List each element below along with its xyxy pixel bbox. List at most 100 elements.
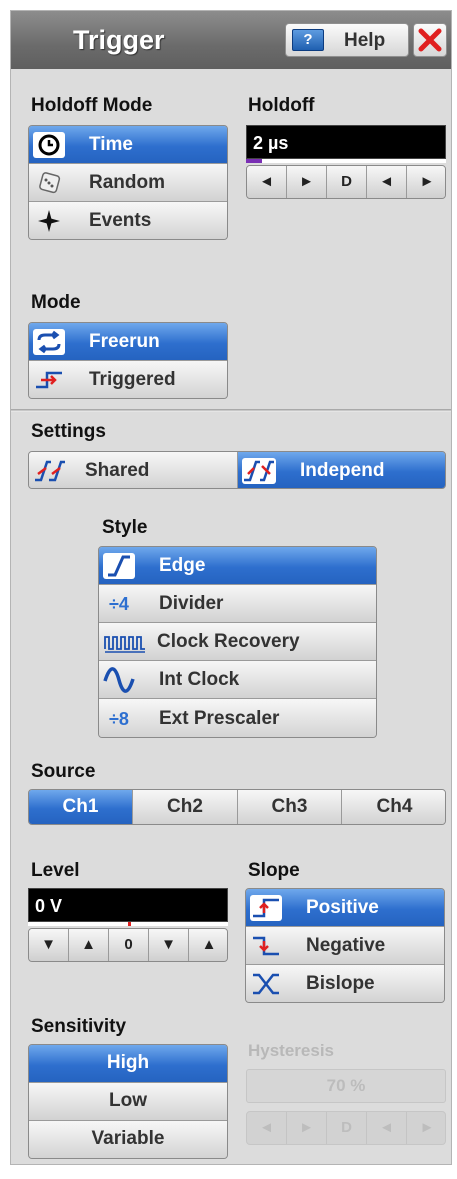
- sine-icon: [103, 666, 135, 693]
- slope-positive-label: Positive: [306, 896, 379, 918]
- holdoff-step-5[interactable]: ►: [407, 166, 445, 198]
- section-divider: [11, 409, 451, 412]
- slope-negative-label: Negative: [306, 934, 386, 956]
- style-divider[interactable]: ÷4 Divider: [99, 585, 376, 623]
- settings-independ[interactable]: Independ: [238, 452, 445, 488]
- level-step-4[interactable]: ▼: [149, 929, 189, 961]
- dice-icon: [33, 170, 65, 196]
- slope-bislope[interactable]: Bislope: [246, 965, 444, 1002]
- style-clock-recovery-label: Clock Recovery: [157, 630, 300, 652]
- holdoff-level-track: [246, 159, 446, 163]
- mode-freerun[interactable]: Freerun: [29, 323, 227, 361]
- sensitivity-group: High Low Variable: [28, 1044, 228, 1159]
- source-ch1[interactable]: Ch1: [29, 790, 133, 824]
- holdoff-mode-events[interactable]: Events: [29, 202, 227, 239]
- holdoff-mode-random[interactable]: Random: [29, 164, 227, 202]
- events-icon: [33, 208, 65, 234]
- triggered-icon: [33, 367, 65, 393]
- style-clock-recovery[interactable]: Clock Recovery: [99, 623, 376, 661]
- level-step-2[interactable]: ▲: [69, 929, 109, 961]
- hysteresis-step-5: ►: [407, 1112, 445, 1144]
- clock-icon: [33, 131, 65, 158]
- panel-title: Trigger: [73, 25, 165, 55]
- slope-group: Positive Negative Bislope: [245, 888, 445, 1003]
- level-step-1[interactable]: ▼: [29, 929, 69, 961]
- style-ext-prescaler[interactable]: ÷8 Ext Prescaler: [99, 699, 376, 737]
- settings-shared[interactable]: Shared: [29, 452, 238, 488]
- shared-icon: [33, 458, 67, 484]
- holdoff-level-fill: [246, 159, 262, 163]
- settings-group: Shared Independ: [28, 451, 446, 489]
- holdoff-mode-time-label: Time: [89, 133, 134, 155]
- source-ch4[interactable]: Ch4: [342, 790, 445, 824]
- slope-label: Slope: [248, 860, 300, 881]
- level-step-3[interactable]: 0: [109, 929, 149, 961]
- clock-recovery-icon: [103, 629, 147, 655]
- level-track: [28, 922, 228, 926]
- style-divider-label: Divider: [159, 592, 224, 614]
- source-ch2[interactable]: Ch2: [133, 790, 238, 824]
- help-icon: ?: [292, 29, 324, 51]
- hysteresis-value: 70 %: [326, 1076, 366, 1095]
- holdoff-value: 2 µs: [253, 133, 289, 153]
- level-marker: [128, 922, 131, 926]
- slope-negative[interactable]: Negative: [246, 927, 444, 965]
- sensitivity-variable[interactable]: Variable: [29, 1121, 227, 1158]
- style-ext-prescaler-label: Ext Prescaler: [159, 707, 280, 729]
- mode-group: Freerun Triggered: [28, 322, 228, 399]
- mode-freerun-label: Freerun: [89, 330, 160, 352]
- hysteresis-label: Hysteresis: [248, 1041, 335, 1060]
- holdoff-mode-group: Time Random Events: [28, 125, 228, 240]
- level-step-5[interactable]: ▲: [189, 929, 227, 961]
- hysteresis-step-3: D: [327, 1112, 367, 1144]
- holdoff-mode-time[interactable]: Time: [29, 126, 227, 164]
- positive-slope-icon: [250, 894, 282, 921]
- style-int-clock-label: Int Clock: [159, 668, 240, 690]
- holdoff-mode-label: Holdoff Mode: [31, 95, 153, 116]
- mode-triggered-label: Triggered: [89, 369, 176, 390]
- style-label: Style: [102, 517, 148, 538]
- level-value: 0 V: [35, 896, 63, 916]
- slope-positive[interactable]: Positive: [246, 889, 444, 927]
- hysteresis-step-1: ◄: [247, 1112, 287, 1144]
- holdoff-mode-events-label: Events: [89, 210, 152, 231]
- style-edge-label: Edge: [159, 554, 206, 576]
- close-button[interactable]: [413, 23, 447, 57]
- holdoff-step-4[interactable]: ◄: [367, 166, 407, 198]
- source-group: Ch1 Ch2 Ch3 Ch4: [28, 789, 446, 825]
- freerun-icon: [33, 328, 65, 355]
- settings-shared-label: Shared: [85, 460, 150, 481]
- independ-icon: [242, 458, 276, 484]
- title-bar: Trigger ? Help: [11, 11, 451, 69]
- holdoff-step-1[interactable]: ◄: [247, 166, 287, 198]
- settings-independ-label: Independ: [300, 460, 385, 481]
- divide-by-4-icon: ÷4: [109, 593, 129, 614]
- style-group: Edge ÷4 Divider Clock Recovery Int Clock…: [98, 546, 377, 738]
- source-ch3[interactable]: Ch3: [238, 790, 342, 824]
- holdoff-value-field[interactable]: 2 µs: [246, 125, 446, 159]
- slope-bislope-label: Bislope: [306, 973, 375, 994]
- holdoff-step-3[interactable]: D: [327, 166, 367, 198]
- hysteresis-value-field: 70 %: [246, 1069, 446, 1103]
- style-edge[interactable]: Edge: [99, 547, 376, 585]
- help-button[interactable]: ? Help: [285, 23, 409, 57]
- trigger-panel: Trigger ? Help Holdoff Mode Time Random: [10, 10, 452, 1165]
- bislope-icon: [250, 971, 282, 997]
- settings-label: Settings: [31, 421, 106, 442]
- holdoff-mode-random-label: Random: [89, 171, 165, 193]
- sensitivity-high[interactable]: High: [29, 1045, 227, 1083]
- sensitivity-low[interactable]: Low: [29, 1083, 227, 1121]
- level-label: Level: [31, 860, 80, 881]
- holdoff-stepper: ◄ ► D ◄ ►: [246, 165, 446, 199]
- hysteresis-stepper: ◄ ► D ◄ ►: [246, 1111, 446, 1145]
- holdoff-label: Holdoff: [248, 95, 315, 116]
- style-int-clock[interactable]: Int Clock: [99, 661, 376, 699]
- sensitivity-label: Sensitivity: [31, 1016, 127, 1037]
- mode-triggered[interactable]: Triggered: [29, 361, 227, 398]
- negative-slope-icon: [250, 933, 282, 959]
- level-value-field[interactable]: 0 V: [28, 888, 228, 922]
- mode-label: Mode: [31, 292, 81, 313]
- hysteresis-step-2: ►: [287, 1112, 327, 1144]
- holdoff-step-2[interactable]: ►: [287, 166, 327, 198]
- level-stepper: ▼ ▲ 0 ▼ ▲: [28, 928, 228, 962]
